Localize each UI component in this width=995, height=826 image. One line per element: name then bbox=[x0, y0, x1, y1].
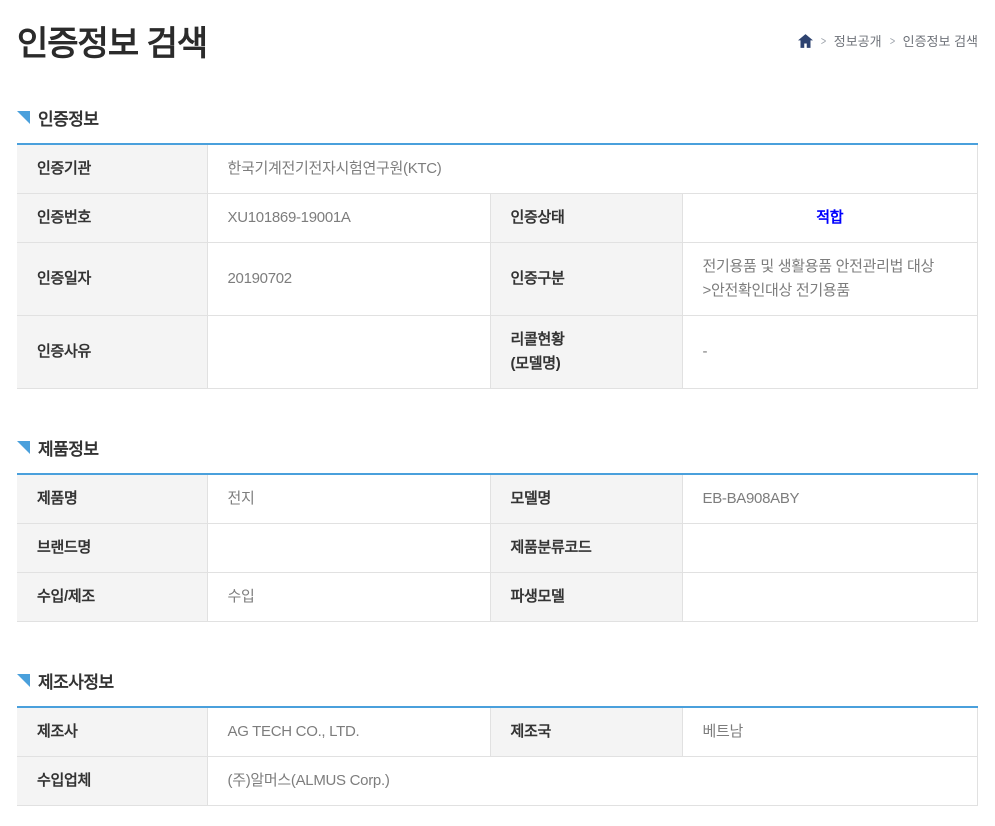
section-title: 인증정보 bbox=[38, 105, 99, 130]
field-label: 제품명 bbox=[17, 474, 207, 524]
field-label: 제조사 bbox=[17, 707, 207, 757]
certification-search-page: 인증정보 검색 > 정보공개 > 인증정보 검색 인증정보 인증기관한국기계전기… bbox=[0, 0, 995, 826]
page-header: 인증정보 검색 > 정보공개 > 인증정보 검색 bbox=[17, 12, 978, 65]
field-label: 인증상태 bbox=[490, 194, 682, 243]
field-label: 인증사유 bbox=[17, 316, 207, 389]
section-manufacturer-info: 제조사정보 제조사AG TECH CO., LTD.제조국베트남수입업체(주)알… bbox=[17, 668, 978, 806]
field-value: EB-BA908ABY bbox=[682, 474, 978, 524]
field-label: 리콜현황(모델명) bbox=[490, 316, 682, 389]
section-header: 제조사정보 bbox=[17, 668, 978, 693]
section-title: 제품정보 bbox=[38, 435, 99, 460]
breadcrumb-separator: > bbox=[821, 34, 826, 48]
table-row: 인증번호XU101869-19001A인증상태적합 bbox=[17, 194, 978, 243]
home-icon[interactable] bbox=[798, 34, 813, 48]
field-value: AG TECH CO., LTD. bbox=[207, 707, 490, 757]
blue-corner-triangle-icon bbox=[17, 441, 30, 454]
field-label: 제조국 bbox=[490, 707, 682, 757]
field-value: 전지 bbox=[207, 474, 490, 524]
table-row: 인증기관한국기계전기전자시험연구원(KTC) bbox=[17, 144, 978, 194]
field-label: 인증기관 bbox=[17, 144, 207, 194]
table-row: 브랜드명 제품분류코드 bbox=[17, 524, 978, 573]
field-value: (주)알머스(ALMUS Corp.) bbox=[207, 757, 978, 806]
field-value: - bbox=[682, 316, 978, 389]
field-value: 적합 bbox=[682, 194, 978, 243]
field-value: 20190702 bbox=[207, 243, 490, 316]
breadcrumb-separator: > bbox=[889, 34, 894, 48]
field-value bbox=[207, 524, 490, 573]
section-header: 인증정보 bbox=[17, 105, 978, 130]
field-label: 인증번호 bbox=[17, 194, 207, 243]
table-row: 수입업체(주)알머스(ALMUS Corp.) bbox=[17, 757, 978, 806]
blue-corner-triangle-icon bbox=[17, 111, 30, 124]
manufacturer-info-table: 제조사AG TECH CO., LTD.제조국베트남수입업체(주)알머스(ALM… bbox=[17, 706, 978, 806]
section-certification-info: 인증정보 인증기관한국기계전기전자시험연구원(KTC)인증번호XU101869-… bbox=[17, 105, 978, 389]
field-value bbox=[207, 316, 490, 389]
field-label: 수입업체 bbox=[17, 757, 207, 806]
certification-info-table: 인증기관한국기계전기전자시험연구원(KTC)인증번호XU101869-19001… bbox=[17, 143, 978, 389]
table-body: 제품명전지모델명EB-BA908ABY브랜드명제품분류코드수입/제조수입파생모델 bbox=[17, 474, 978, 622]
table-row: 인증일자20190702인증구분전기용품 및 생활용품 안전관리법 대상>안전확… bbox=[17, 243, 978, 316]
table-body: 제조사AG TECH CO., LTD.제조국베트남수입업체(주)알머스(ALM… bbox=[17, 707, 978, 806]
field-label: 모델명 bbox=[490, 474, 682, 524]
blue-corner-triangle-icon bbox=[17, 674, 30, 687]
field-label: 인증일자 bbox=[17, 243, 207, 316]
field-value: 한국기계전기전자시험연구원(KTC) bbox=[207, 144, 978, 194]
breadcrumb-item-info-disclosure[interactable]: 정보공개 bbox=[834, 31, 882, 50]
breadcrumb-item-current: 인증정보 검색 bbox=[903, 31, 978, 50]
table-row: 제품명전지모델명EB-BA908ABY bbox=[17, 474, 978, 524]
field-value: XU101869-19001A bbox=[207, 194, 490, 243]
section-title: 제조사정보 bbox=[38, 668, 114, 693]
section-product-info: 제품정보 제품명전지모델명EB-BA908ABY브랜드명제품분류코드수입/제조수… bbox=[17, 435, 978, 622]
breadcrumb: > 정보공개 > 인증정보 검색 bbox=[798, 31, 978, 50]
page-title: 인증정보 검색 bbox=[17, 16, 207, 65]
field-label: 인증구분 bbox=[490, 243, 682, 316]
field-label: 파생모델 bbox=[490, 573, 682, 622]
field-value bbox=[682, 524, 978, 573]
field-value: 전기용품 및 생활용품 안전관리법 대상>안전확인대상 전기용품 bbox=[682, 243, 978, 316]
field-value bbox=[682, 573, 978, 622]
section-header: 제품정보 bbox=[17, 435, 978, 460]
field-value: 수입 bbox=[207, 573, 490, 622]
table-row: 인증사유 리콜현황(모델명)- bbox=[17, 316, 978, 389]
product-info-table: 제품명전지모델명EB-BA908ABY브랜드명제품분류코드수입/제조수입파생모델 bbox=[17, 473, 978, 622]
table-row: 제조사AG TECH CO., LTD.제조국베트남 bbox=[17, 707, 978, 757]
table-body: 인증기관한국기계전기전자시험연구원(KTC)인증번호XU101869-19001… bbox=[17, 144, 978, 389]
table-row: 수입/제조수입파생모델 bbox=[17, 573, 978, 622]
field-label: 브랜드명 bbox=[17, 524, 207, 573]
field-label: 제품분류코드 bbox=[490, 524, 682, 573]
field-label: 수입/제조 bbox=[17, 573, 207, 622]
field-value: 베트남 bbox=[682, 707, 978, 757]
